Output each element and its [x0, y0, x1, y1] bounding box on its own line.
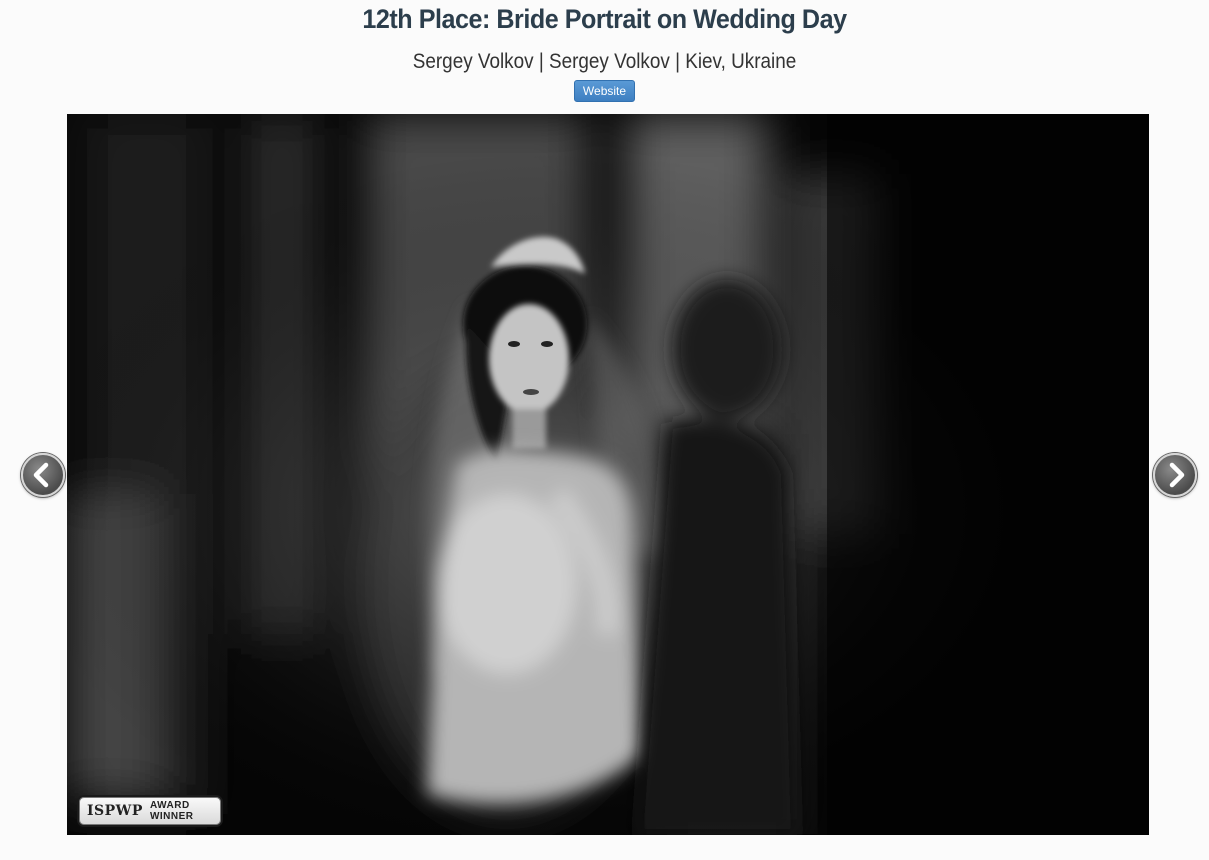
- award-photo[interactable]: ISPWP AWARD WINNER: [67, 114, 1149, 835]
- award-winner-badge: ISPWP AWARD WINNER: [77, 795, 223, 827]
- badge-text: AWARD WINNER: [150, 800, 194, 822]
- badge-line-award: AWARD: [149, 800, 190, 811]
- bride-portrait-image: [67, 114, 1149, 835]
- next-photo-button[interactable]: [1153, 453, 1197, 497]
- badge-line-winner: WINNER: [149, 811, 194, 822]
- photographer-byline: Sergey Volkov | Sergey Volkov | Kiev, Uk…: [412, 50, 797, 73]
- chevron-left-icon: [33, 462, 49, 488]
- award-gallery-page: 12th Place: Bride Portrait on Wedding Da…: [0, 0, 1209, 860]
- website-button-wrap: Website: [0, 80, 1209, 102]
- chevron-right-icon: [1169, 462, 1185, 488]
- website-button[interactable]: Website: [573, 80, 636, 102]
- badge-logo: ISPWP: [87, 803, 143, 819]
- page-title: 12th Place: Bride Portrait on Wedding Da…: [362, 4, 847, 34]
- previous-photo-button[interactable]: [21, 453, 65, 497]
